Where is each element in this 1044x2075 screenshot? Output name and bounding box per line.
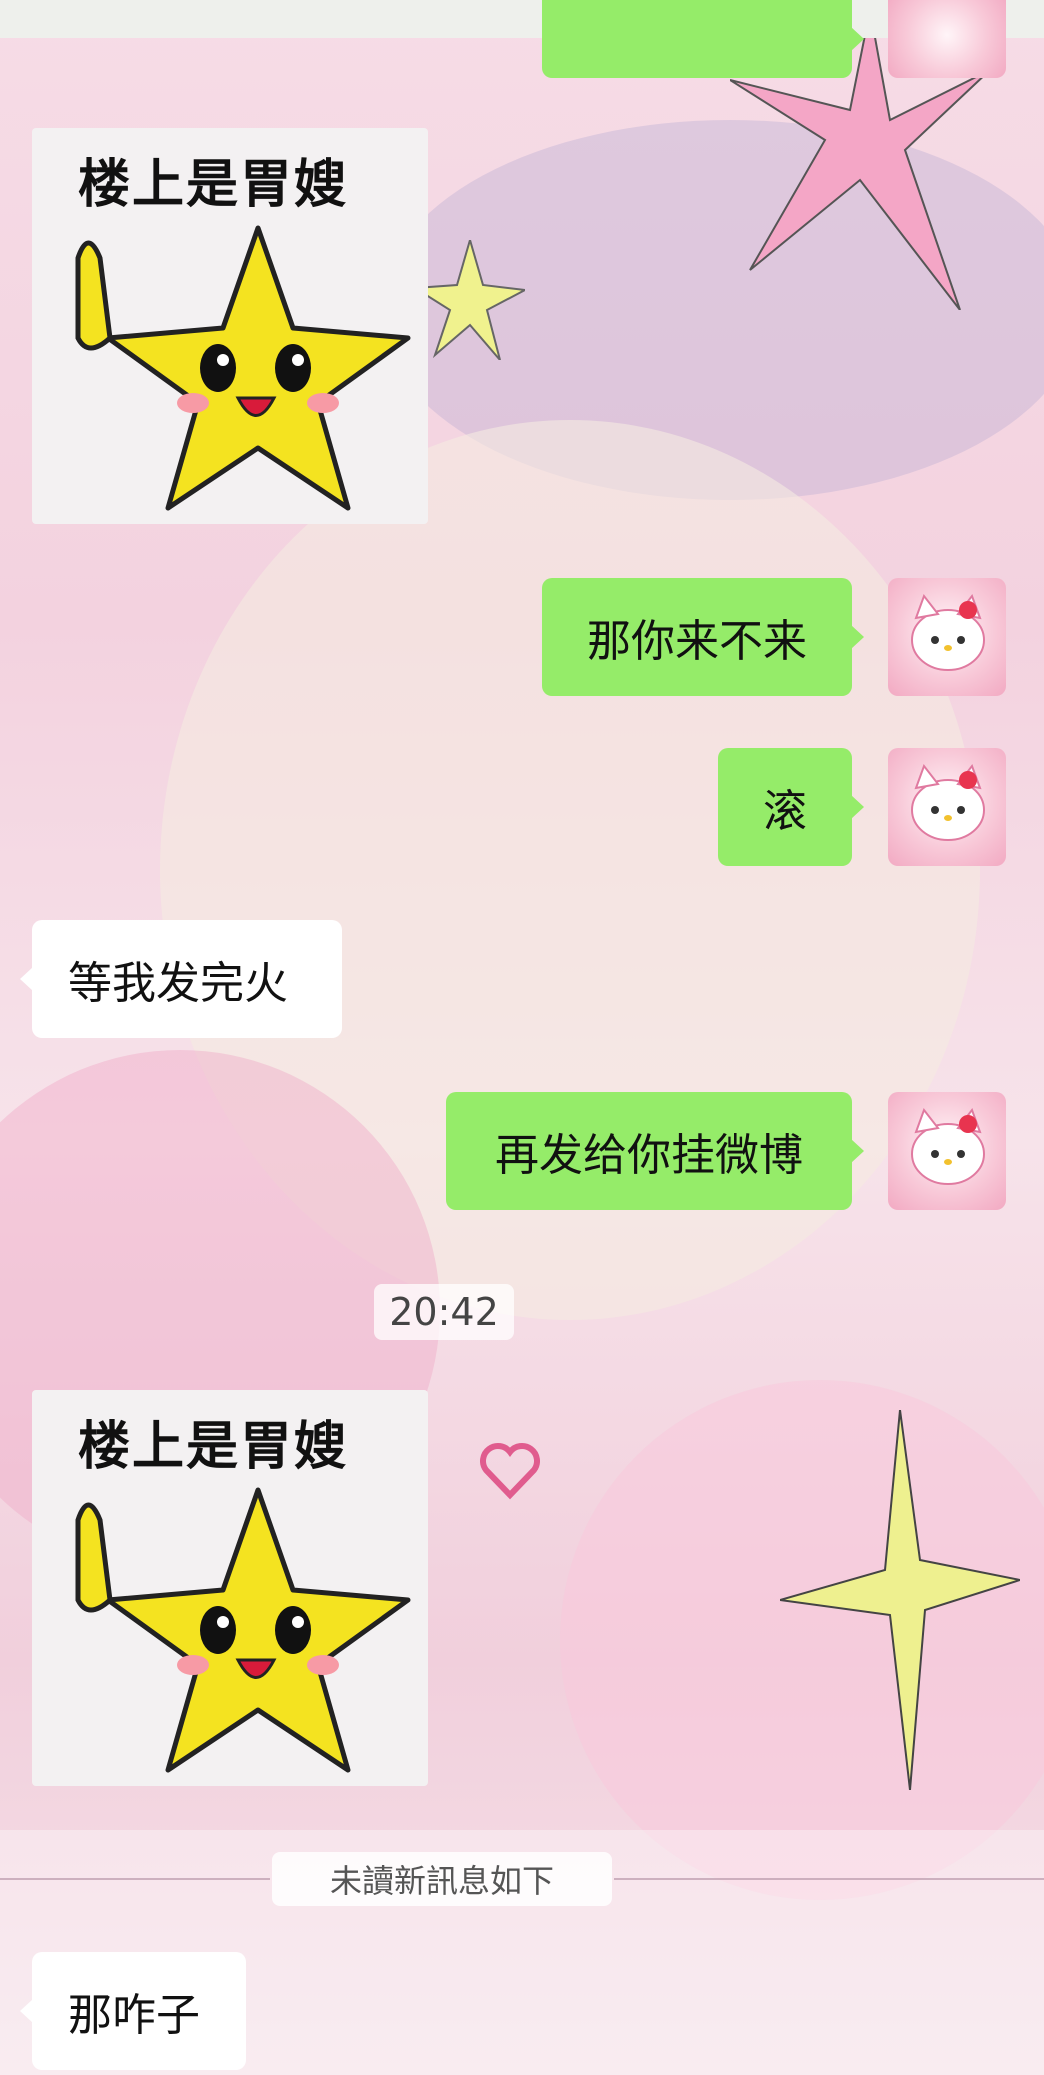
- yellow-star-icon: [75, 1487, 411, 1773]
- user-avatar[interactable]: [888, 0, 1006, 78]
- hello-kitty-avatar-icon: [911, 1107, 985, 1185]
- message-bubble-incoming[interactable]: 等我发完火: [20, 920, 342, 1038]
- user-avatar[interactable]: [888, 748, 1006, 866]
- message-bubble-outgoing[interactable]: [542, 0, 864, 78]
- message-text: 滚: [763, 786, 807, 837]
- sticker-message[interactable]: 楼上是胃嫂: [32, 1390, 428, 1786]
- star-decoration-icon: [415, 240, 525, 360]
- hello-kitty-avatar-icon: [911, 593, 985, 671]
- sticker-caption: 楼上是胃嫂: [78, 155, 349, 215]
- message-bubble-outgoing[interactable]: 那你来不来: [542, 578, 864, 696]
- sticker-caption: 楼上是胃嫂: [78, 1417, 349, 1477]
- yellow-star-icon: [75, 225, 411, 511]
- user-avatar[interactable]: [888, 578, 1006, 696]
- unread-messages-divider: 未讀新訊息如下: [272, 1852, 612, 1906]
- divider-line: [614, 1878, 1044, 1880]
- message-text: 那你来不来: [587, 616, 807, 667]
- message-bubble-outgoing[interactable]: 再发给你挂微博: [446, 1092, 864, 1210]
- heart-decoration-icon: [480, 1443, 540, 1500]
- message-bubble-incoming[interactable]: 那咋子: [20, 1952, 246, 2070]
- divider-line: [0, 1878, 270, 1880]
- star-decoration-icon: [780, 1410, 1020, 1790]
- message-text: 再发给你挂微博: [495, 1130, 803, 1181]
- message-text: 等我发完火: [68, 958, 288, 1009]
- message-bubble-outgoing[interactable]: 滚: [718, 748, 864, 866]
- message-text: 那咋子: [68, 1990, 200, 2041]
- message-timestamp: 20:42: [374, 1284, 514, 1340]
- hello-kitty-avatar-icon: [911, 763, 985, 841]
- sticker-message[interactable]: 楼上是胃嫂: [32, 128, 428, 524]
- user-avatar[interactable]: [888, 1092, 1006, 1210]
